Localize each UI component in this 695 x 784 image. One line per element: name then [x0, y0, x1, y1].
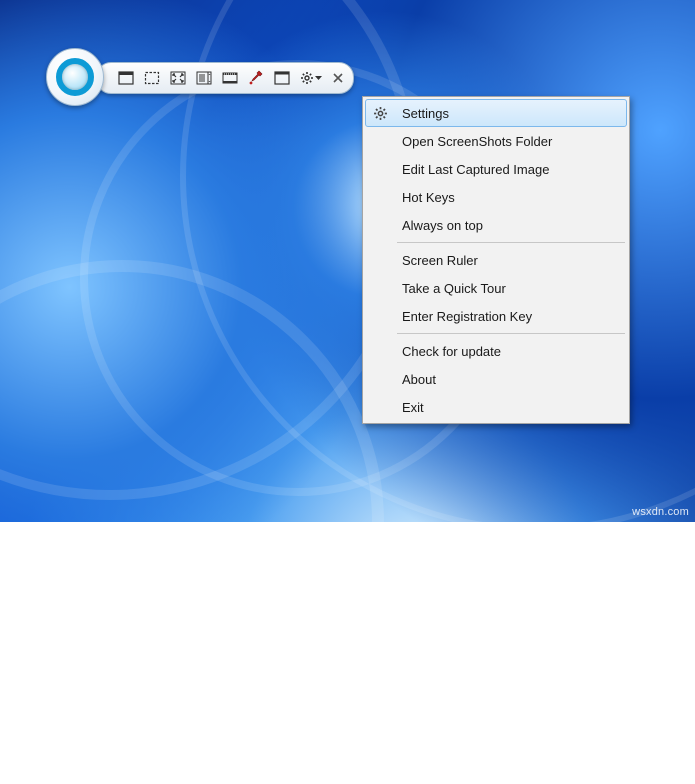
menu-item-label: Hot Keys: [402, 190, 455, 205]
settings-dropdown-menu: Settings Open ScreenShots Folder Edit La…: [362, 96, 630, 424]
menu-item-label: Edit Last Captured Image: [402, 162, 549, 177]
menu-item-label: Exit: [402, 400, 424, 415]
menu-item-check-for-update[interactable]: Check for update: [365, 337, 627, 365]
menu-item-edit-last-captured-image[interactable]: Edit Last Captured Image: [365, 155, 627, 183]
menu-item-label: Enter Registration Key: [402, 309, 532, 324]
settings-gear-icon[interactable]: [297, 67, 325, 89]
menu-item-screen-ruler[interactable]: Screen Ruler: [365, 246, 627, 274]
capture-fullscreen-icon[interactable]: [167, 67, 189, 89]
color-picker-icon[interactable]: [245, 67, 267, 89]
menu-item-enter-registration-key[interactable]: Enter Registration Key: [365, 302, 627, 330]
menu-item-open-screenshots-folder[interactable]: Open ScreenShots Folder: [365, 127, 627, 155]
menu-item-take-a-quick-tour[interactable]: Take a Quick Tour: [365, 274, 627, 302]
close-button[interactable]: [329, 70, 347, 86]
capture-scrolling-icon[interactable]: [193, 67, 215, 89]
menu-item-settings[interactable]: Settings: [365, 99, 627, 127]
record-video-icon[interactable]: [219, 67, 241, 89]
capture-window-icon[interactable]: [115, 67, 137, 89]
menu-item-label: Open ScreenShots Folder: [402, 134, 552, 149]
menu-item-label: Check for update: [402, 344, 501, 359]
menu-item-hot-keys[interactable]: Hot Keys: [365, 183, 627, 211]
menu-item-label: Always on top: [402, 218, 483, 233]
capture-orb-icon: [56, 58, 94, 96]
gear-icon: [371, 104, 389, 122]
capture-orb-button[interactable]: [46, 48, 104, 106]
menu-item-about[interactable]: About: [365, 365, 627, 393]
watermark-text: wsxdn.com: [632, 506, 689, 518]
open-folder-icon[interactable]: [271, 67, 293, 89]
capture-toolbar: [96, 62, 354, 94]
menu-separator: [397, 333, 625, 334]
menu-item-label: About: [402, 372, 436, 387]
menu-item-always-on-top[interactable]: Always on top: [365, 211, 627, 239]
menu-item-label: Take a Quick Tour: [402, 281, 506, 296]
menu-item-label: Settings: [402, 106, 449, 121]
menu-item-label: Screen Ruler: [402, 253, 478, 268]
menu-item-exit[interactable]: Exit: [365, 393, 627, 421]
chevron-down-icon: [315, 76, 322, 81]
capture-region-icon[interactable]: [141, 67, 163, 89]
menu-separator: [397, 242, 625, 243]
close-icon: [333, 73, 343, 83]
